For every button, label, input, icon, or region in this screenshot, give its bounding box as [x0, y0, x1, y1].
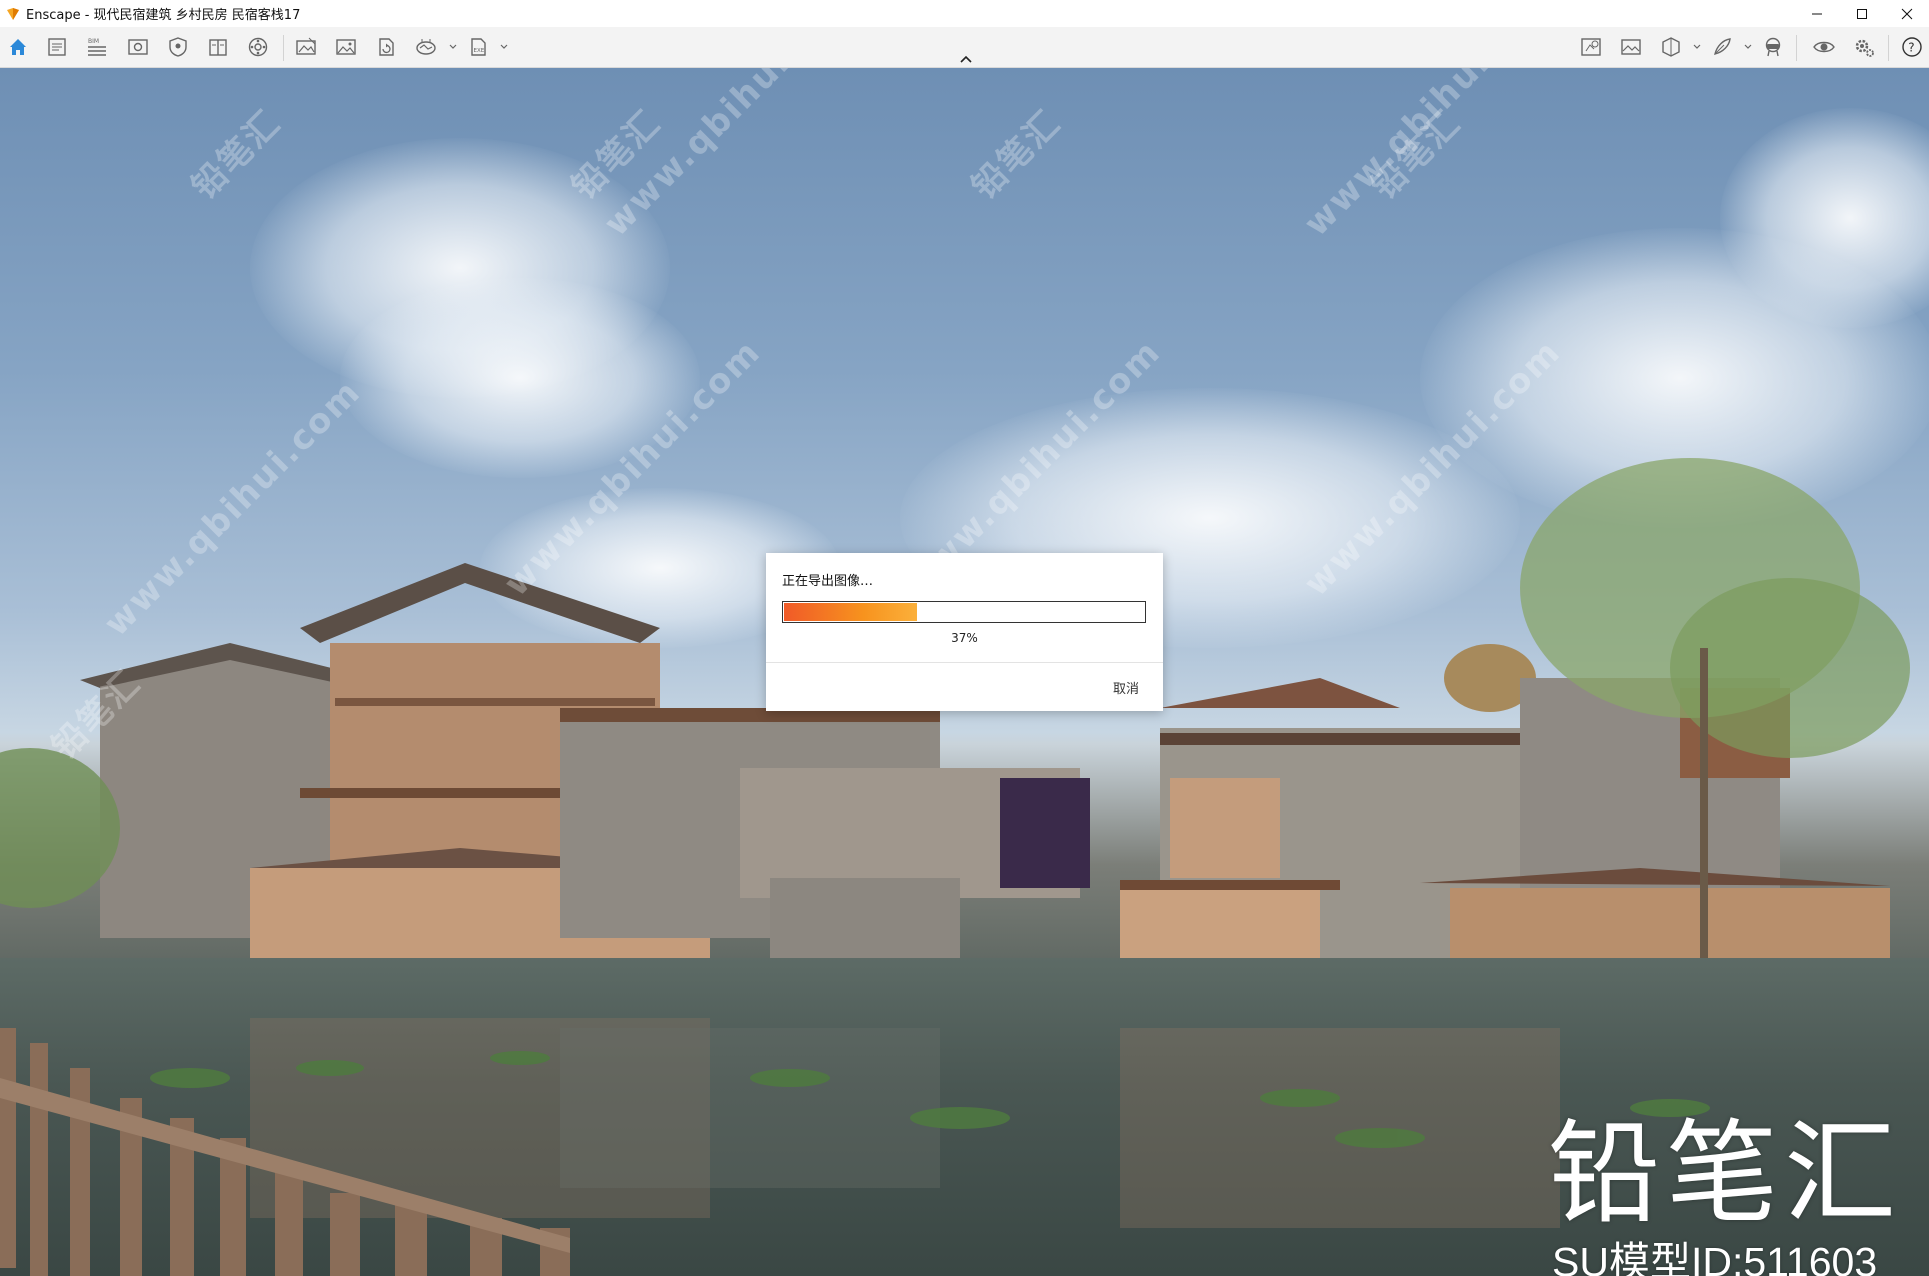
maximize-icon — [1856, 8, 1867, 19]
progress-bar-fill — [784, 603, 917, 621]
vr-headset-button[interactable] — [1761, 36, 1785, 58]
dialog-divider — [766, 662, 1163, 663]
close-button[interactable] — [1884, 0, 1929, 27]
eye-button[interactable] — [1812, 36, 1836, 58]
model-id-text: SU模型ID:511603 — [1552, 1239, 1878, 1276]
shield-button[interactable] — [166, 36, 190, 58]
chevron-down-icon[interactable] — [500, 43, 508, 51]
capture-icon — [296, 37, 316, 55]
feather-button[interactable] — [1710, 36, 1734, 58]
capture-button[interactable] — [294, 36, 318, 58]
home-icon — [10, 39, 26, 55]
settings-icon — [1855, 39, 1874, 57]
asset-library-button[interactable] — [246, 36, 270, 58]
minimize-icon — [1811, 13, 1822, 14]
view-button[interactable] — [126, 36, 150, 58]
feather-icon — [1714, 38, 1731, 55]
vr-headset-icon — [1765, 37, 1781, 57]
toolbar-separator — [283, 35, 284, 61]
book-icon — [209, 39, 227, 56]
shield-icon — [169, 37, 187, 57]
chevron-down-icon[interactable] — [1744, 43, 1752, 51]
panorama-icon — [416, 39, 436, 55]
bim-button[interactable]: BIM — [85, 36, 109, 58]
toolbar-separator — [1796, 35, 1797, 61]
cube-button[interactable] — [1659, 36, 1683, 58]
title-bar: Enscape - 现代民宿建筑 乡村民房 民宿客栈17 — [0, 0, 1929, 27]
chevron-down-icon[interactable] — [449, 43, 457, 51]
help-button[interactable]: ? — [1900, 36, 1924, 58]
dialog-title: 正在导出图像… — [782, 574, 874, 589]
export-icon: EXE — [471, 38, 486, 56]
progress-bar — [782, 601, 1146, 623]
refresh-button[interactable] — [374, 36, 398, 58]
document-icon — [48, 38, 66, 56]
svg-text:EXE: EXE — [474, 48, 485, 54]
enscape-logo-icon — [7, 7, 19, 20]
landscape-image-icon — [1621, 39, 1641, 55]
refresh-icon — [379, 38, 394, 56]
asset-library-icon — [248, 37, 268, 57]
progress-percent-label: 37% — [951, 631, 978, 645]
help-icon: ? — [1902, 37, 1922, 57]
panorama-button[interactable] — [414, 36, 438, 58]
svg-text:BIM: BIM — [88, 38, 99, 45]
export-button[interactable]: EXE — [466, 36, 490, 58]
book-button[interactable] — [206, 36, 230, 58]
export-progress-dialog: 正在导出图像… 37% 取消 — [766, 553, 1163, 711]
image-button[interactable] — [334, 36, 358, 58]
collapse-toolbar-caret-icon[interactable] — [958, 54, 974, 64]
window-title: Enscape - 现代民宿建筑 乡村民房 民宿客栈17 — [26, 8, 301, 23]
close-icon — [1901, 8, 1912, 19]
cancel-button[interactable]: 取消 — [1105, 674, 1147, 701]
maximize-button[interactable] — [1839, 0, 1884, 27]
svg-text:?: ? — [1908, 41, 1914, 55]
map-icon — [1581, 38, 1601, 56]
map-button[interactable] — [1579, 36, 1603, 58]
landscape-image-button[interactable] — [1619, 36, 1643, 58]
document-button[interactable] — [45, 36, 69, 58]
brand-logo-text: 铅笔汇 — [1548, 1109, 1902, 1239]
toolbar-separator — [1888, 35, 1889, 61]
minimize-button[interactable] — [1794, 0, 1839, 27]
chevron-down-icon[interactable] — [1693, 43, 1701, 51]
eye-icon — [1813, 41, 1835, 53]
bim-icon: BIM — [88, 38, 106, 56]
window-controls — [1794, 0, 1929, 27]
settings-button[interactable] — [1852, 36, 1876, 58]
cube-icon — [1662, 37, 1680, 57]
image-icon — [336, 39, 356, 55]
home-button[interactable] — [6, 36, 30, 58]
view-icon — [128, 39, 148, 55]
